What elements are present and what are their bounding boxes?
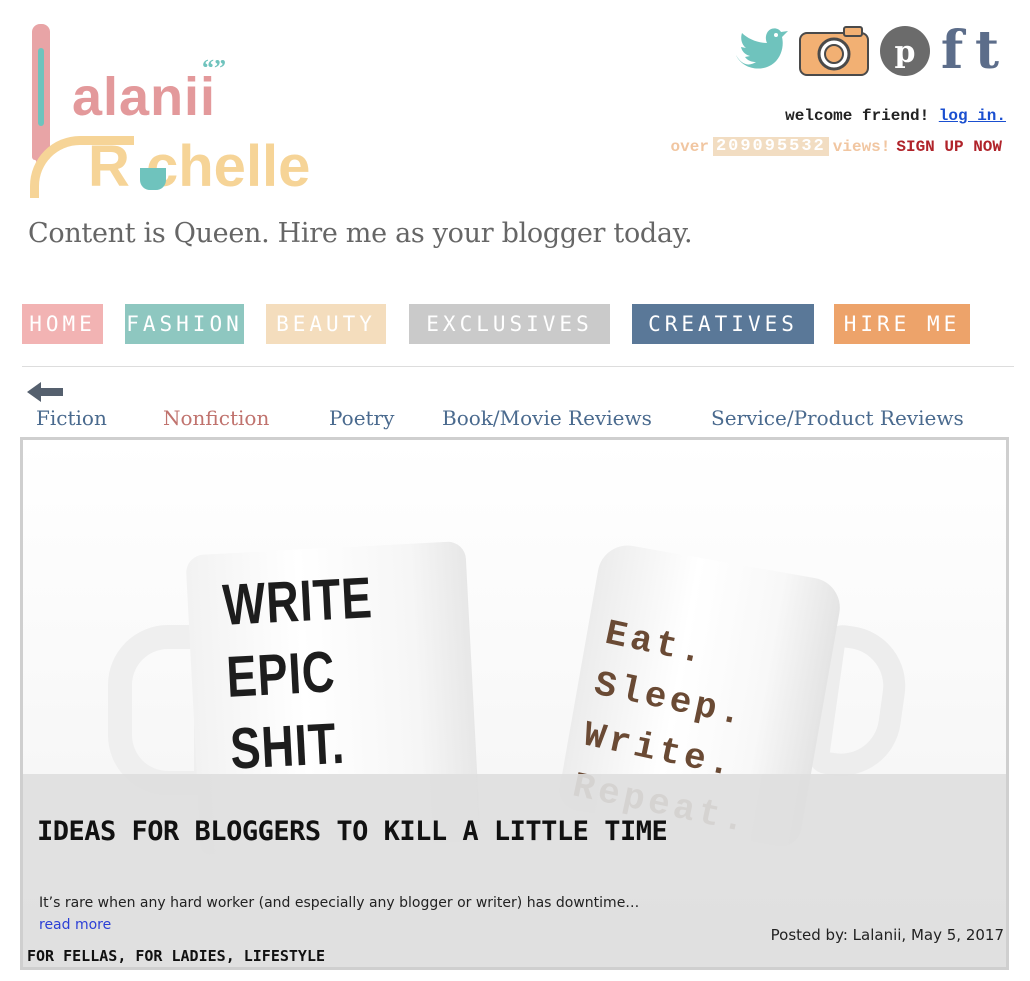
login-link[interactable]: log in. [939,107,1006,125]
nav-divider [22,366,1014,367]
facebook-icon[interactable]: f [940,24,964,78]
post-tags: FOR FELLAS, FOR LADIES, LIFESTYLE [27,947,325,965]
site-logo[interactable]: “” alanii R chelle [22,20,382,210]
logo-last-name: R chelle [88,134,311,199]
subnav-fiction[interactable]: Fiction [36,406,107,430]
welcome-bar: welcome friend! log in. [785,107,1006,125]
post-title[interactable]: IDEAS FOR BLOGGERS TO KILL A LITTLE TIME [37,816,668,847]
tag-lifestyle[interactable]: LIFESTYLE [244,947,325,965]
tag-separator: , [117,947,136,965]
welcome-text: welcome friend! [785,107,939,125]
views-suffix: views! [832,137,891,156]
subnav-poetry[interactable]: Poetry [329,406,394,430]
views-count: 209095532 [712,137,829,156]
category-subnav: Fiction Nonfiction Poetry Book/Movie Rev… [0,406,1030,432]
pinterest-glyph: p [895,35,916,70]
tag-for-fellas[interactable]: FOR FELLAS [27,947,117,965]
views-prefix: over [670,137,709,156]
read-more-link[interactable]: read more [39,917,111,933]
back-arrow-icon[interactable] [25,380,65,408]
nav-exclusives[interactable]: EXCLUSIVES [409,304,610,344]
nav-hire-me[interactable]: HIRE ME [834,304,970,344]
post-excerpt: It’s rare when any hard worker (and espe… [39,895,640,911]
social-links: p f t [732,24,1002,78]
subnav-book-movie-reviews[interactable]: Book/Movie Reviews [442,406,652,430]
views-counter-bar: over 209095532 views! SIGN UP NOW [671,137,1002,156]
coffee-cup-icon [140,168,166,190]
nav-fashion[interactable]: FASHION [125,304,244,344]
pinterest-icon[interactable]: p [878,24,932,78]
post-byline: Posted by: Lalanii, May 5, 2017 [770,926,1004,944]
nav-beauty[interactable]: BEAUTY [266,304,386,344]
logo-first-name: alanii [72,67,217,127]
subnav-service-product-reviews[interactable]: Service/Product Reviews [711,406,964,430]
signup-link[interactable]: SIGN UP NOW [896,138,1002,156]
nav-home[interactable]: HOME [22,304,103,344]
mug-left-text: WRITE EPIC SHIT. [221,565,375,782]
pen-icon [32,24,50,172]
twitter-bird-icon[interactable] [732,25,790,77]
nav-creatives[interactable]: CREATIVES [632,304,814,344]
instagram-camera-icon[interactable] [798,25,870,77]
site-tagline: Content is Queen. Hire me as your blogge… [28,218,693,249]
tag-separator: , [225,947,244,965]
subnav-nonfiction[interactable]: Nonfiction [163,406,269,430]
featured-post[interactable]: WRITE EPIC SHIT. Eat. Sleep. Write. Repe… [20,437,1009,970]
tumblr-icon[interactable]: t [972,24,1002,78]
tag-for-ladies[interactable]: FOR LADIES [135,947,225,965]
